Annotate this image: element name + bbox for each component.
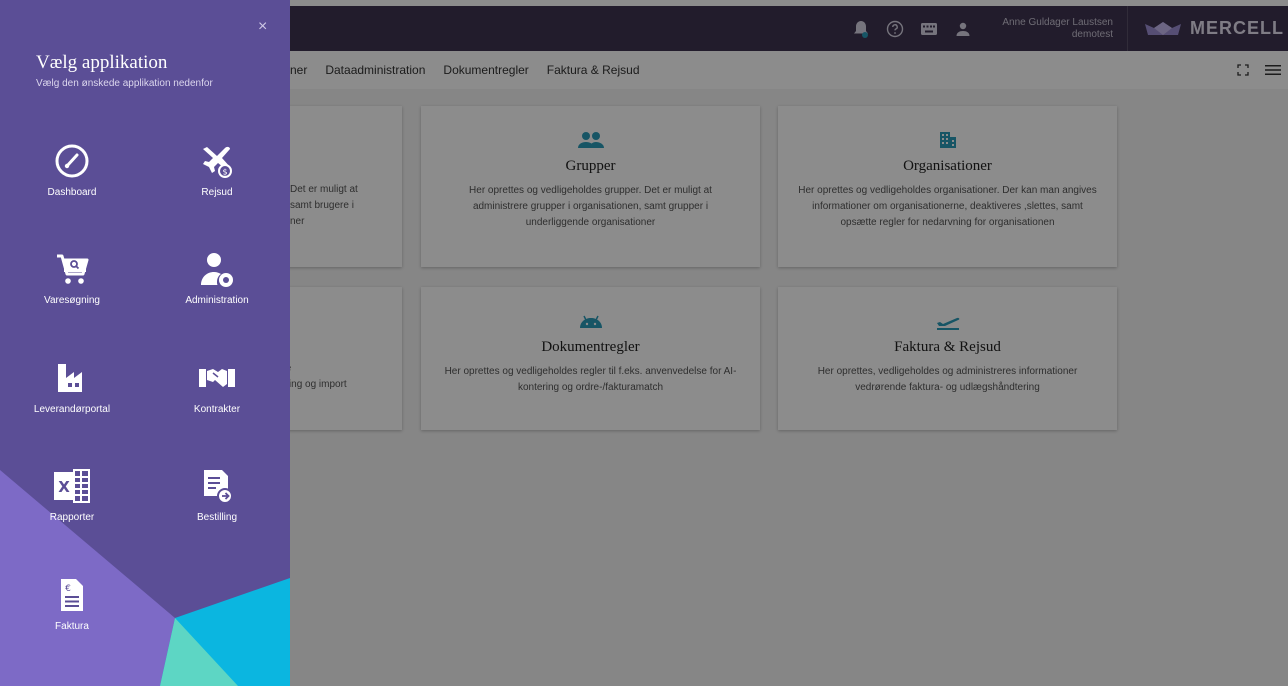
app-label: Rapporter <box>49 512 95 523</box>
factory-icon <box>12 355 132 401</box>
dashboard-gauge-icon <box>12 138 132 184</box>
app-label: Varesøgning <box>44 295 100 306</box>
page-frame: Anne Guldager Laustsen demotest MERCELL … <box>0 0 1288 686</box>
invoice-euro-icon: € <box>12 572 132 618</box>
app-faktura[interactable]: € Faktura <box>12 572 132 632</box>
svg-text:€: € <box>65 584 71 594</box>
app-administration[interactable]: Administration <box>157 246 277 306</box>
app-label: Administration <box>185 295 249 306</box>
user-settings-icon <box>157 246 277 292</box>
drawer-subtitle: Vælg den ønskede applikation nedenfor <box>36 78 213 89</box>
excel-icon: X <box>12 463 132 509</box>
app-label: Dashboard <box>47 187 97 198</box>
app-leverandorportal[interactable]: Leverandørportal <box>12 355 132 415</box>
order-form-icon <box>157 463 277 509</box>
close-drawer-button[interactable]: × <box>258 18 267 36</box>
handshake-icon <box>157 355 277 401</box>
app-label: Bestilling <box>196 512 238 523</box>
app-label: Kontrakter <box>193 404 241 415</box>
app-varesogning[interactable]: Varesøgning <box>12 246 132 306</box>
app-bestilling[interactable]: Bestilling <box>157 463 277 523</box>
app-label: Leverandørportal <box>33 404 111 415</box>
app-rejsud[interactable]: $ Rejsud <box>157 138 277 198</box>
app-rapporter[interactable]: X Rapporter <box>12 463 132 523</box>
svg-text:$: $ <box>222 168 227 177</box>
application-drawer: × Vælg applikation Vælg den ønskede appl… <box>0 0 290 686</box>
drawer-title: Vælg applikation <box>36 52 168 73</box>
svg-text:X: X <box>58 478 70 496</box>
cart-search-icon <box>12 246 132 292</box>
app-label: Faktura <box>55 621 89 632</box>
app-kontrakter[interactable]: Kontrakter <box>157 355 277 415</box>
app-dashboard[interactable]: Dashboard <box>12 138 132 198</box>
app-label: Rejsud <box>201 187 233 198</box>
travel-expense-icon: $ <box>157 138 277 184</box>
